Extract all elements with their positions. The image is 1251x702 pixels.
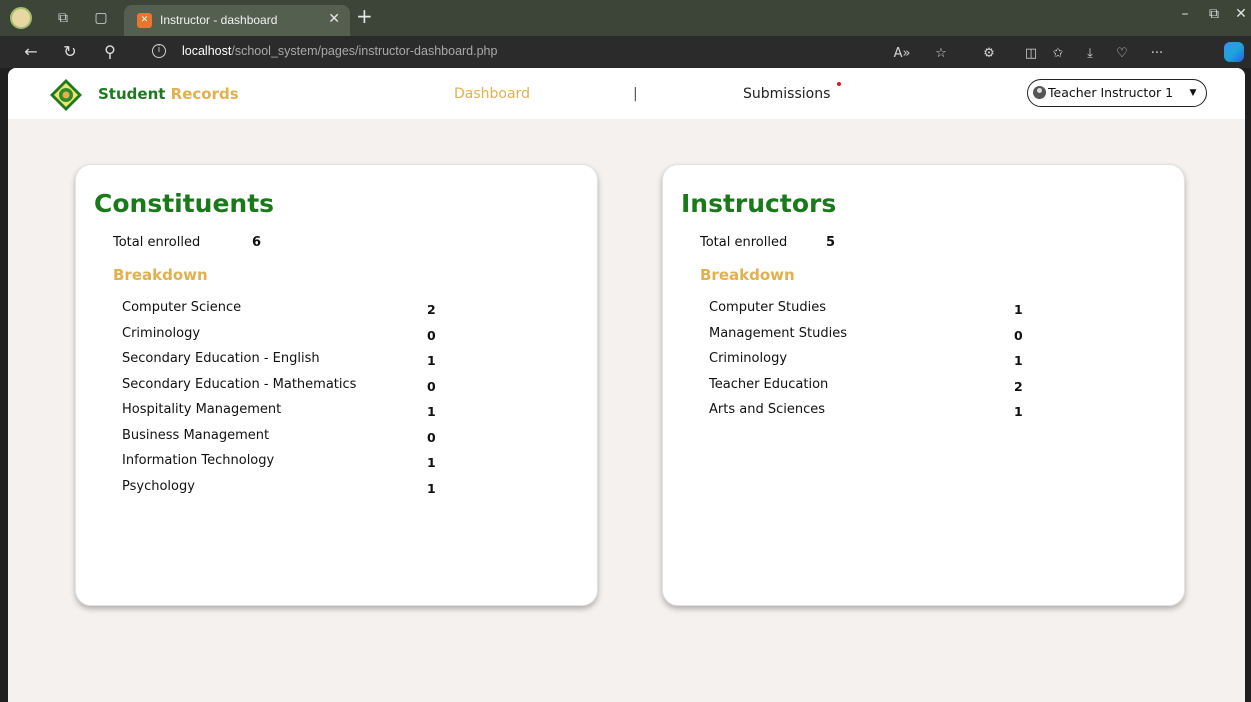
constituents-breakdown-heading: Breakdown: [113, 266, 208, 284]
xampp-icon: ✕: [137, 13, 152, 28]
list-item: Business Management 0: [122, 425, 582, 451]
brand-name[interactable]: Student Records: [98, 85, 239, 103]
user-menu-button[interactable]: Teacher Instructor 1 ▼: [1027, 79, 1207, 107]
nav-dashboard-link[interactable]: Dashboard: [454, 86, 530, 102]
constituents-card: Constituents Total enrolled 6 Breakdown …: [75, 164, 598, 606]
browser-essentials-icon[interactable]: ♡: [1110, 44, 1134, 64]
restore-icon[interactable]: ⧉: [1199, 6, 1229, 22]
list-item-value: 0: [427, 378, 436, 394]
url-path: /school_system/pages/instructor-dashboar…: [231, 44, 498, 58]
browser-tab-active[interactable]: ✕ Instructor - dashboard ✕: [124, 5, 350, 36]
page-viewport: Student Records Dashboard | Submissions …: [8, 68, 1245, 702]
read-aloud-icon[interactable]: A»: [890, 44, 914, 64]
list-item: Computer Science 2: [122, 297, 582, 323]
list-item-label: Secondary Education - Mathematics: [122, 376, 357, 392]
constituents-total-label: Total enrolled: [113, 235, 201, 250]
user-avatar-icon: [1033, 86, 1046, 99]
brand-secondary: Records: [170, 85, 239, 103]
list-item-label: Management Studies: [709, 325, 847, 341]
instructors-breakdown-list: Computer Studies 1 Management Studies 0 Cr…: [709, 297, 1169, 425]
downloads-icon[interactable]: ⤓: [1078, 44, 1102, 64]
list-item-value: 0: [427, 429, 436, 445]
instructors-title: Instructors: [681, 189, 837, 218]
user-name: Teacher Instructor 1: [1048, 85, 1174, 100]
profile-avatar-icon[interactable]: [10, 7, 32, 29]
more-options-icon[interactable]: ···: [1145, 44, 1169, 64]
instructors-total-value: 5: [826, 235, 836, 250]
list-item-value: 1: [1014, 353, 1023, 368]
list-item-value: 2: [1014, 378, 1023, 394]
list-item-value: 1: [1014, 404, 1023, 419]
notification-dot: [837, 82, 841, 86]
nav-submissions-link[interactable]: Submissions: [743, 86, 830, 102]
list-item: Hospitality Management 1: [122, 399, 582, 425]
school-logo-icon: [50, 79, 82, 111]
list-item: Arts and Sciences 1: [709, 399, 1169, 425]
list-item-label: Criminology: [122, 325, 201, 341]
list-item-value: 2: [427, 302, 436, 317]
list-item-label: Computer Science: [122, 300, 242, 315]
list-item-label: Secondary Education - English: [122, 351, 320, 366]
list-item-value: 1: [427, 353, 436, 368]
list-item: Criminology 1: [709, 348, 1169, 374]
tab-actions-icon[interactable]: ▢: [88, 6, 114, 30]
instructors-card: Instructors Total enrolled 5 Breakdown C…: [662, 164, 1185, 606]
url-input[interactable]: i localhost/school_system/pages/instruct…: [140, 39, 960, 65]
back-arrow-icon[interactable]: ←: [18, 40, 44, 64]
favorite-star-icon[interactable]: ☆: [929, 44, 953, 64]
site-info-icon[interactable]: i: [152, 44, 166, 58]
list-item-label: Arts and Sciences: [709, 402, 825, 417]
url-host: localhost: [182, 44, 232, 58]
list-item-label: Teacher Education: [709, 376, 829, 392]
search-icon[interactable]: ⚲: [97, 40, 123, 64]
list-item: Criminology 0: [122, 323, 582, 349]
split-screen-icon[interactable]: ◫: [1019, 44, 1043, 64]
list-item-label: Business Management: [122, 427, 270, 443]
list-item: Secondary Education - English 1: [122, 348, 582, 374]
constituents-title: Constituents: [94, 189, 275, 218]
list-item-value: 1: [1014, 302, 1023, 317]
instructors-breakdown-heading: Breakdown: [700, 266, 795, 284]
constituents-total-value: 6: [252, 235, 262, 250]
close-window-icon[interactable]: ✕: [1226, 6, 1251, 22]
constituents-breakdown-list: Computer Science 2 Criminology 0 Secondary…: [122, 297, 582, 501]
brand-primary: Student: [98, 85, 166, 103]
new-tab-button[interactable]: +: [356, 4, 373, 28]
top-navbar: Student Records Dashboard | Submissions …: [8, 68, 1245, 119]
list-item: Secondary Education - Mathematics 0: [122, 374, 582, 400]
list-item-value: 1: [427, 404, 436, 419]
list-item: Information Technology 1: [122, 450, 582, 476]
extensions-icon[interactable]: ⚙: [977, 44, 1001, 64]
list-item-label: Computer Studies: [709, 300, 826, 315]
list-item-value: 1: [427, 455, 436, 470]
close-tab-icon[interactable]: ✕: [328, 11, 340, 27]
list-item-label: Criminology: [709, 351, 788, 366]
nav-separator: |: [633, 86, 638, 102]
copilot-icon[interactable]: [1224, 42, 1244, 62]
list-item: Psychology 1: [122, 476, 582, 502]
list-item: Computer Studies 1: [709, 297, 1169, 323]
minimize-icon[interactable]: –: [1170, 6, 1200, 22]
list-item-label: Psychology: [122, 478, 195, 494]
list-item-value: 0: [1014, 327, 1023, 343]
favorites-list-icon[interactable]: ✩: [1046, 44, 1070, 64]
list-item-value: 1: [427, 480, 436, 496]
workspaces-icon[interactable]: ⧉: [50, 6, 76, 30]
instructors-total-label: Total enrolled: [700, 235, 788, 250]
list-item: Teacher Education 2: [709, 374, 1169, 400]
chevron-down-icon: ▼: [1185, 85, 1201, 101]
list-item-label: Information Technology: [122, 453, 275, 468]
list-item: Management Studies 0: [709, 323, 1169, 349]
url-text: localhost/school_system/pages/instructor…: [182, 44, 497, 58]
tab-title: Instructor - dashboard: [160, 13, 278, 27]
list-item-label: Hospitality Management: [122, 402, 282, 417]
refresh-icon[interactable]: ↻: [57, 40, 83, 64]
list-item-value: 0: [427, 327, 436, 343]
browser-tab-strip: ⧉ ▢ ✕ Instructor - dashboard ✕ + – ⧉ ✕: [0, 0, 1251, 36]
